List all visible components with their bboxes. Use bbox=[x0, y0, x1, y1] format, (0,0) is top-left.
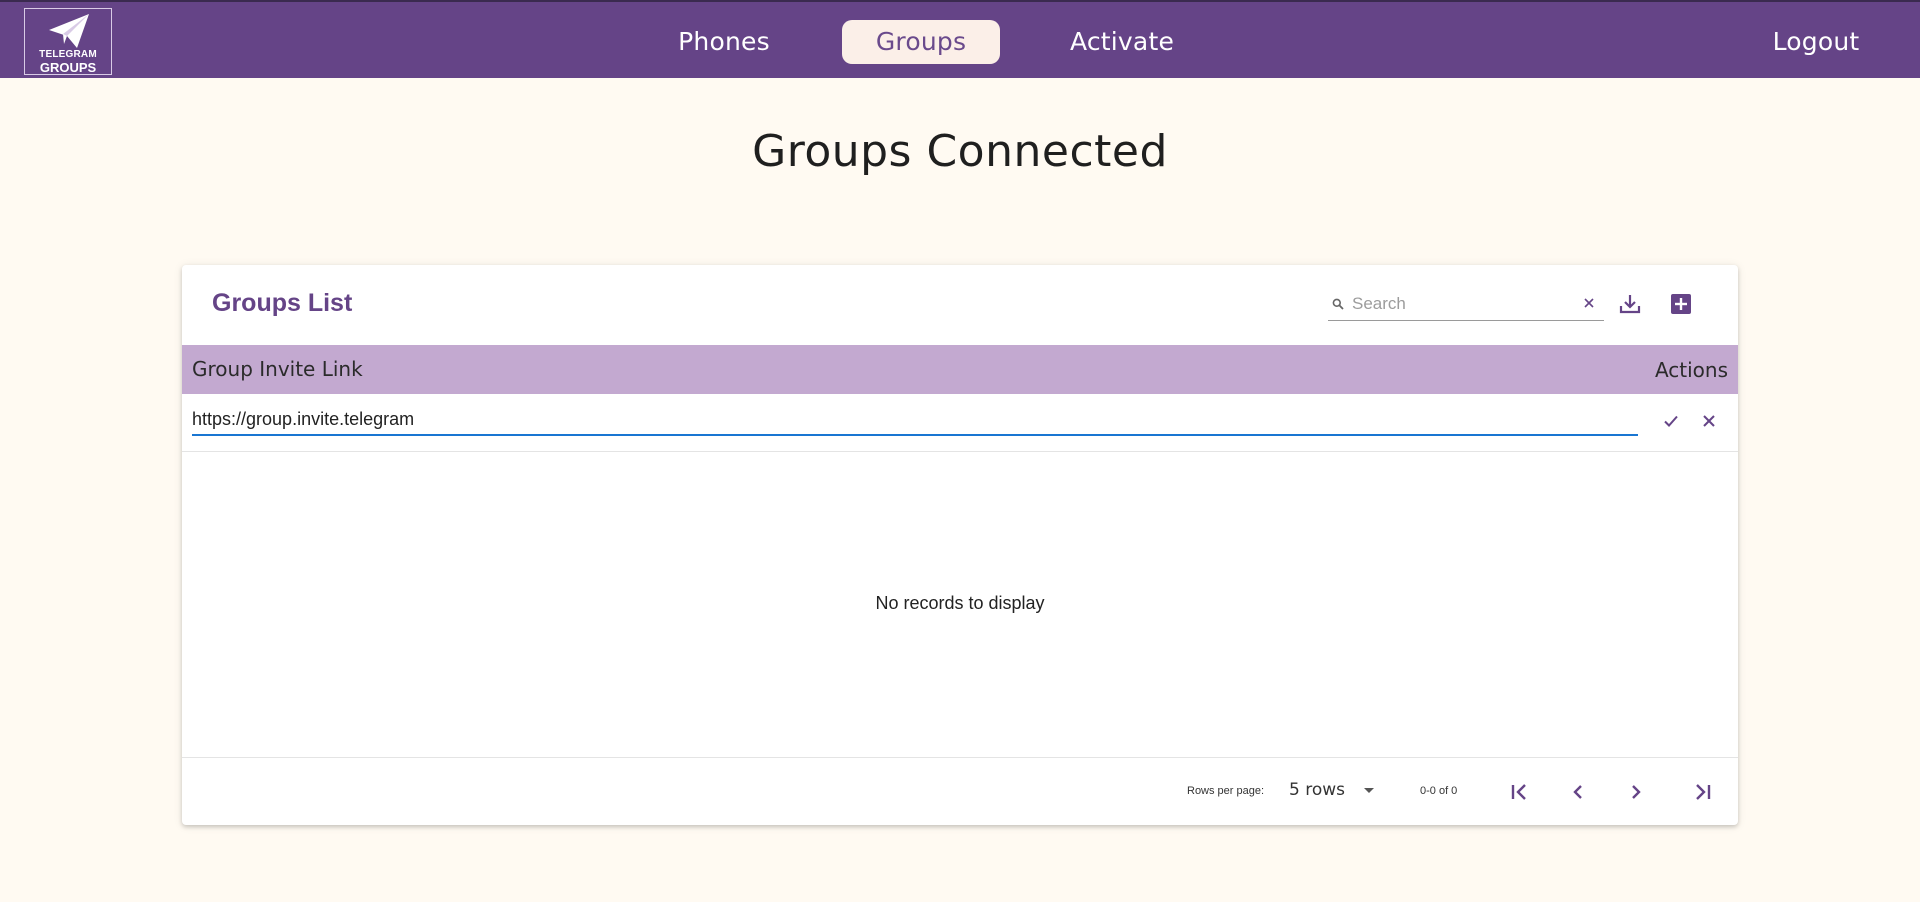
nav-phones[interactable]: Phones bbox=[668, 20, 780, 64]
logout-button[interactable]: Logout bbox=[1766, 20, 1866, 64]
next-page-button[interactable] bbox=[1620, 776, 1652, 808]
paper-plane-icon bbox=[49, 14, 89, 48]
column-header-actions: Actions bbox=[1654, 358, 1728, 382]
pagination-bar: Rows per page: 5 rows 0-0 of 0 bbox=[182, 757, 1738, 825]
chevron-left-icon bbox=[1573, 785, 1582, 799]
search-input[interactable] bbox=[1352, 289, 1572, 319]
check-icon[interactable] bbox=[1662, 412, 1680, 430]
add-box-icon bbox=[1671, 294, 1691, 314]
new-row-editor bbox=[182, 394, 1738, 452]
pagination-range: 0-0 of 0 bbox=[1420, 785, 1458, 797]
empty-state-message: No records to display bbox=[875, 593, 1045, 613]
nav-groups[interactable]: Groups bbox=[842, 20, 1000, 64]
first-page-icon bbox=[1511, 784, 1526, 800]
first-page-button[interactable] bbox=[1504, 776, 1536, 808]
groups-list-card: Groups List Group Invite Link Actions bbox=[182, 265, 1738, 825]
nav-activate[interactable]: Activate bbox=[1062, 20, 1182, 64]
previous-page-button[interactable] bbox=[1562, 776, 1594, 808]
last-page-button[interactable] bbox=[1686, 776, 1718, 808]
rows-per-page-value: 5 rows bbox=[1289, 780, 1345, 800]
page-title: Groups Connected bbox=[752, 126, 1168, 177]
search-field bbox=[1328, 287, 1604, 321]
brand-logo[interactable]: TELEGRAM GROUPS bbox=[24, 8, 112, 75]
logo-text-line1: TELEGRAM bbox=[39, 49, 97, 60]
rows-per-page-select[interactable]: 5 rows bbox=[1289, 778, 1379, 804]
close-icon[interactable] bbox=[1582, 296, 1596, 310]
export-button[interactable] bbox=[1613, 287, 1647, 321]
download-icon bbox=[1619, 295, 1641, 314]
column-header-invite-link[interactable]: Group Invite Link bbox=[192, 357, 363, 381]
top-navbar: TELEGRAM GROUPS Phones Groups Activate L… bbox=[0, 0, 1920, 78]
chevron-right-icon bbox=[1632, 785, 1641, 799]
rows-per-page-label: Rows per page: bbox=[1187, 785, 1265, 797]
card-title: Groups List bbox=[212, 289, 353, 317]
add-group-button[interactable] bbox=[1664, 287, 1698, 321]
logo-text-line2: GROUPS bbox=[39, 60, 97, 75]
search-icon bbox=[1332, 298, 1344, 310]
table-header: Group Invite Link Actions bbox=[182, 345, 1738, 394]
dropdown-arrow-icon bbox=[1364, 788, 1374, 793]
close-icon[interactable] bbox=[1700, 412, 1718, 430]
last-page-icon bbox=[1696, 784, 1711, 800]
invite-link-input[interactable] bbox=[192, 404, 1638, 436]
